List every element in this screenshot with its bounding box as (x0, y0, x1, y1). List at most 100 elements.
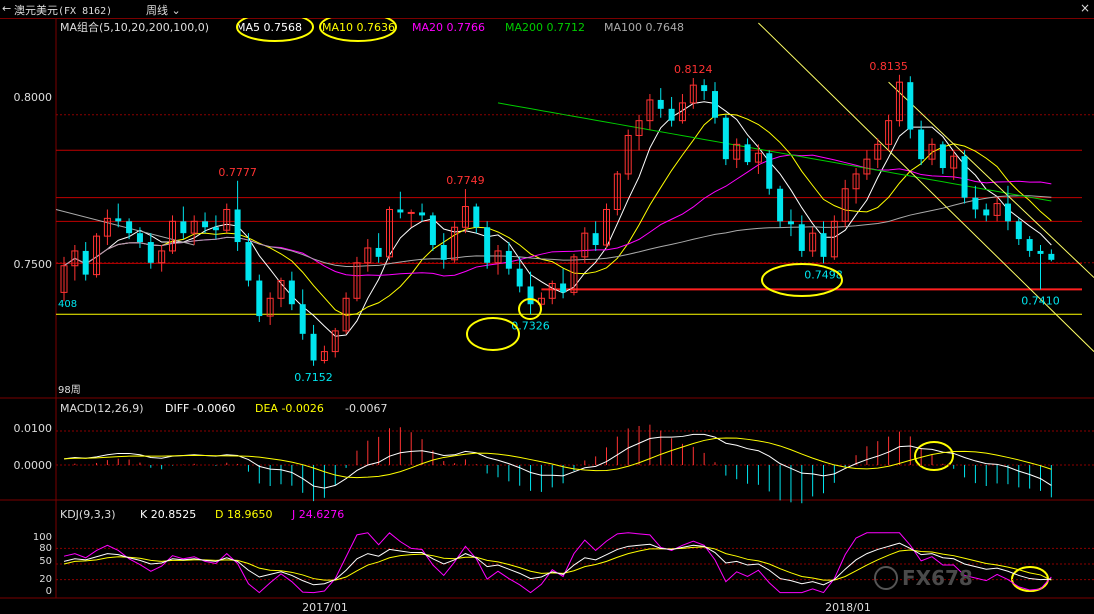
candle-body (560, 283, 567, 293)
price-tick-label: 0.7500 (14, 258, 53, 271)
candle-body (668, 108, 675, 121)
chart-window: ← 澳元美元(FX 8162) 周线 ⌄ × MA组合(5,10,20,200,… (0, 0, 1094, 614)
ma200-line (497, 102, 1052, 202)
x-tick-label: 2018/01 (825, 601, 871, 614)
ma10-line (63, 113, 1052, 316)
candle-body (722, 117, 729, 160)
macd-tick-label: 0.0100 (14, 422, 53, 435)
candle-body (766, 153, 773, 189)
kdj-legend-name: KDJ(9,3,3) (60, 508, 116, 521)
candle-body (1026, 239, 1033, 251)
candle-body (798, 224, 805, 251)
candle-body (202, 221, 209, 228)
close-icon[interactable]: × (1080, 1, 1090, 15)
candle-body (972, 197, 979, 210)
ma100-line (55, 208, 195, 246)
period-label: 周线 (146, 4, 168, 17)
left-marker-label: 408 (58, 299, 77, 310)
candle-body (505, 250, 512, 269)
title-bar: ← 澳元美元(FX 8162) 周线 ⌄ × (0, 0, 1094, 19)
candle-body (429, 215, 436, 246)
candle-body (820, 233, 827, 257)
candle-body (907, 82, 914, 130)
kdj-d-legend: D 18.9650 (215, 508, 272, 521)
price-annotation: 0.7152 (294, 371, 333, 384)
candle-body (147, 242, 154, 263)
period-count-label: 98周 (58, 384, 81, 396)
price-annotation: 0.7749 (446, 174, 485, 187)
candle-body (777, 188, 784, 222)
period-selector[interactable]: 周线 ⌄ (146, 2, 181, 18)
candle-body (918, 129, 925, 160)
instrument-code: (FX 8162) (58, 6, 113, 17)
candle-body (592, 233, 599, 246)
candle-body (212, 227, 219, 231)
candle-body (473, 206, 480, 228)
ma200-legend: MA200 0.7712 (505, 21, 585, 34)
candle-body (787, 221, 794, 225)
trend-channel-line (888, 81, 1094, 278)
macd-legend-name: MACD(12,26,9) (60, 402, 144, 415)
candle-body (712, 91, 718, 118)
ma10-legend: MA10 0.7636 (322, 21, 395, 34)
candle-body (657, 99, 664, 109)
ma5-line (63, 101, 1052, 337)
candle-body (256, 280, 263, 317)
price-annotation: 0.7326 (511, 319, 550, 332)
candle-body (961, 156, 968, 198)
macd-dea-line (63, 437, 1052, 479)
candle-body (234, 209, 241, 243)
candle-body (245, 242, 252, 281)
kdj-tick-label: 0 (46, 586, 52, 597)
ma-legend-name: MA组合(5,10,20,200,100,0) (60, 20, 209, 34)
kdj-j-legend: J 24.6276 (291, 508, 344, 521)
candle-body (484, 227, 491, 263)
ma100-line (63, 195, 1052, 268)
price-annotation: 0.8124 (674, 63, 713, 76)
candle-body (115, 218, 122, 222)
watermark-logo-icon (874, 566, 898, 590)
candle-body (299, 304, 306, 334)
candle-body (983, 209, 990, 216)
candle-body (1004, 203, 1011, 222)
candle-body (82, 250, 89, 275)
candle-body (375, 247, 382, 257)
candle-body (136, 233, 143, 243)
ma20-legend: MA20 0.7766 (412, 21, 485, 34)
price-tick-label: 0.8000 (14, 91, 53, 104)
kdj-k-legend: K 20.8525 (140, 508, 196, 521)
kdj-tick-label: 100 (33, 532, 52, 543)
instrument-name: 澳元美元 (14, 4, 58, 17)
kdj-tick-label: 80 (39, 543, 52, 554)
x-tick-label: 2017/01 (302, 601, 348, 614)
candle-body (744, 144, 751, 163)
candle-body (1015, 221, 1022, 240)
candle-body (527, 286, 534, 305)
price-annotation: 0.7410 (1021, 294, 1060, 307)
price-annotation: 0.7777 (218, 166, 257, 179)
candle-body (407, 211, 415, 214)
macd-diff-line (63, 433, 1052, 489)
candle-body (397, 209, 404, 213)
macd-diff-legend: DIFF -0.0060 (165, 402, 235, 415)
kdj-tick-label: 20 (39, 574, 52, 585)
ma100-legend: MA100 0.7648 (604, 21, 684, 34)
watermark-text: FX678 (902, 566, 973, 590)
candle-body (1048, 253, 1055, 260)
price-annotation: 0.8135 (869, 60, 908, 73)
chart-canvas[interactable]: MA组合(5,10,20,200,100,0) MA5 0.7568 MA10 … (0, 18, 1094, 614)
candle-body (939, 144, 946, 169)
instrument-title: 澳元美元(FX 8162) (14, 2, 112, 18)
macd-value-legend: -0.0067 (345, 402, 387, 415)
candle-body (701, 85, 708, 92)
ma5-legend: MA5 0.7568 (236, 21, 302, 34)
candle-body (126, 221, 133, 234)
candle-body (440, 245, 447, 260)
back-arrow-icon[interactable]: ← (2, 2, 11, 15)
candle-body (516, 268, 523, 287)
kdj-tick-label: 50 (39, 556, 52, 567)
chevron-down-icon: ⌄ (168, 4, 181, 17)
candle-body (310, 333, 317, 361)
candle-body (288, 280, 295, 305)
candle-body (1037, 250, 1044, 254)
